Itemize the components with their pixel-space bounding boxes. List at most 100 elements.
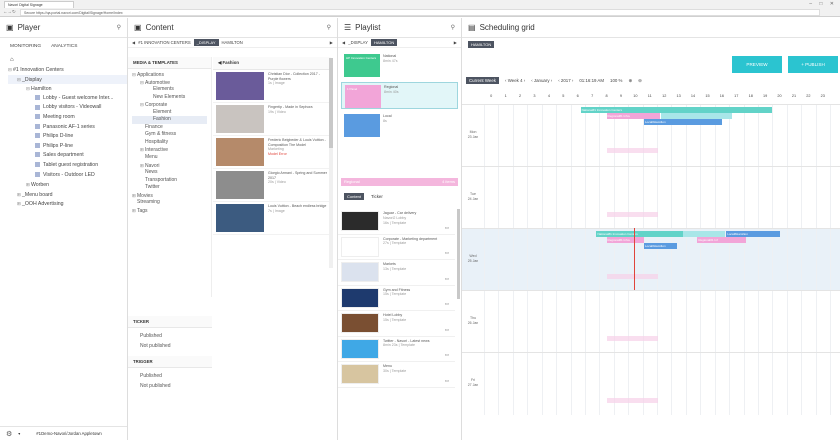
- tree-item[interactable]: Visitors - Outdoor LED: [8, 171, 127, 181]
- tree-item[interactable]: ⊟_Display: [8, 74, 127, 85]
- folder-item[interactable]: Element: [132, 109, 207, 117]
- folder-item[interactable]: ⊞Navori: [132, 162, 207, 170]
- day-row[interactable]: Fri 27 Jan: [462, 352, 840, 415]
- tree-item[interactable]: ⊞_Menu board: [8, 190, 127, 200]
- folder-item[interactable]: Menu: [132, 154, 207, 162]
- folder-item[interactable]: Hospitality: [132, 139, 207, 147]
- content-item[interactable]: Markets 13s | Template ▭: [338, 260, 455, 286]
- search-icon[interactable]: ⚲: [117, 24, 121, 31]
- folder-item[interactable]: Gym & fitness: [132, 131, 207, 139]
- tree-item[interactable]: ⊟#1 Innovation Centers: [8, 65, 127, 75]
- folder-item[interactable]: ⊟Automotive: [132, 79, 207, 87]
- content-item[interactable]: Menu 30s | Template ▭: [338, 362, 455, 388]
- trigger-published[interactable]: Published: [140, 371, 200, 381]
- address-bar[interactable]: Secure https://qa.portal.navori.com/Digi…: [20, 9, 820, 16]
- tree-item[interactable]: Sales department: [8, 151, 127, 161]
- media-item[interactable]: Fingertip - Made in Sephora 19s | Video: [213, 103, 331, 136]
- playlist-item[interactable]: 1 Panel Regional 8min 40s: [341, 82, 458, 109]
- folder-item[interactable]: Streaming: [132, 199, 207, 207]
- folder-item[interactable]: ⊟Applications: [132, 71, 207, 79]
- day-row[interactable]: Tue 24 Jan: [462, 166, 840, 229]
- crumb-2[interactable]: _DISPLAY: [193, 39, 219, 46]
- schedule-event[interactable]: Regional#1 Inf: [697, 237, 747, 243]
- search-icon[interactable]: ⚲: [451, 24, 455, 31]
- regional-bar[interactable]: Regional 4 items: [341, 178, 458, 186]
- folder-item[interactable]: ⊞Movies: [132, 192, 207, 200]
- trigger-title[interactable]: TRIGGER: [128, 356, 212, 368]
- trigger-not-published[interactable]: Not published: [140, 381, 200, 391]
- tree-item[interactable]: ⊞Worben: [8, 180, 127, 190]
- ticker-not-published[interactable]: Not published: [140, 341, 200, 351]
- tree-item[interactable]: Lobby visitors - Videowall: [8, 103, 127, 113]
- folder-item[interactable]: New Elements: [132, 94, 207, 102]
- schedule-event[interactable]: [606, 398, 659, 403]
- preview-button[interactable]: PREVIEW: [732, 56, 782, 73]
- screen-icon[interactable]: ▭: [445, 225, 449, 231]
- tab-ticker[interactable]: Ticker: [368, 193, 386, 200]
- media-item[interactable]: Giorgio Armani - Spring and Summer 2017 2…: [213, 169, 331, 202]
- tree-item[interactable]: Lobby - Guest welcome Inter...: [8, 94, 127, 104]
- scrollbar[interactable]: [457, 209, 460, 299]
- screen-icon[interactable]: ▭: [445, 301, 449, 307]
- scrollbar[interactable]: [329, 58, 333, 268]
- tree-item[interactable]: Philips D-line: [8, 132, 127, 142]
- crumb-display[interactable]: _DISPLAY: [348, 40, 368, 45]
- schedule-event[interactable]: [606, 148, 659, 153]
- screen-icon[interactable]: ▭: [445, 276, 449, 282]
- media-item[interactable]: Christian Dior - Collection 2017 - Purpl…: [213, 70, 331, 103]
- folder-item[interactable]: Twitter: [132, 184, 207, 192]
- crumb-hamilton[interactable]: HAMILTON: [468, 41, 495, 48]
- schedule-event[interactable]: Local#Hamilton: [644, 119, 722, 125]
- screen-icon[interactable]: ▭: [445, 250, 449, 256]
- schedule-event[interactable]: Regional#1 Infov: [606, 237, 644, 243]
- tree-item[interactable]: ⊟Hamilton: [8, 84, 127, 94]
- chevron-left-icon[interactable]: ◀: [342, 40, 345, 45]
- folder-item[interactable]: ⊟Corporate: [132, 101, 207, 109]
- week-picker[interactable]: ‹ Week 4 ›: [505, 78, 525, 83]
- tree-item[interactable]: Meeting room: [8, 113, 127, 123]
- screen-icon[interactable]: ▭: [445, 327, 449, 333]
- ticker-published[interactable]: Published: [140, 331, 200, 341]
- crumb-1[interactable]: #1 INNOVATION CENTERS: [138, 40, 190, 45]
- current-week-button[interactable]: Current Week: [466, 77, 500, 84]
- nav-arrows-icon[interactable]: ←→↻: [3, 9, 16, 15]
- folder-item[interactable]: Elements: [132, 86, 207, 94]
- screen-icon[interactable]: ▭: [445, 352, 449, 358]
- publish-button[interactable]: + PUBLISH: [788, 56, 838, 73]
- zoom-out-icon[interactable]: ⊖: [638, 78, 642, 84]
- tree-item[interactable]: ⊞_OOH Advertising: [8, 199, 127, 209]
- chevron-right-icon[interactable]: ▶: [454, 40, 457, 45]
- crumb-hamilton[interactable]: HAMILTON: [370, 39, 398, 46]
- ticker-title[interactable]: TICKER: [128, 316, 212, 328]
- gear-icon[interactable]: ⚙: [6, 430, 12, 438]
- schedule-event[interactable]: [606, 336, 659, 341]
- content-item[interactable]: Corporate - Marketing department 27s | Te…: [338, 235, 455, 260]
- content-item[interactable]: Gym and Fitness 15s | Template ▭: [338, 286, 455, 311]
- folder-item[interactable]: Fashion: [132, 116, 207, 124]
- media-item[interactable]: Frederic Beigbeder & Louis Vuitton - Com…: [213, 136, 331, 169]
- home-icon[interactable]: ⌂: [0, 55, 127, 65]
- folder-item[interactable]: Transportation: [132, 177, 207, 185]
- content-item[interactable]: Jaguar - Car delivery Navori2 Lobby 16s | …: [338, 209, 455, 235]
- folder-item[interactable]: News: [132, 169, 207, 177]
- folder-item[interactable]: ⊞Interactive: [132, 146, 207, 154]
- playlist-item[interactable]: HP Innovation Centers National 8min 47s: [341, 52, 458, 79]
- media-item[interactable]: Louis Vuitton - Beach endless bridge 7s |…: [213, 202, 331, 235]
- chevron-left-icon[interactable]: ◀: [132, 40, 135, 45]
- tree-item[interactable]: Philips P-line: [8, 142, 127, 152]
- chevron-down-icon[interactable]: ▾: [18, 431, 20, 436]
- tab-monitoring[interactable]: MONITORING: [10, 44, 41, 49]
- tree-item[interactable]: Panasonic AF-1 series: [8, 123, 127, 133]
- schedule-event[interactable]: [606, 274, 659, 279]
- window-controls[interactable]: – □ ✕: [809, 1, 837, 7]
- folder-item[interactable]: ⊞Tags: [132, 207, 207, 215]
- day-row[interactable]: Thu 26 Jan: [462, 290, 840, 353]
- chevron-right-icon[interactable]: ▶: [330, 40, 333, 45]
- crumb-3[interactable]: HAMILTON: [222, 40, 243, 45]
- schedule-event[interactable]: [606, 212, 659, 217]
- day-row[interactable]: Wed 25 Jan: [462, 228, 840, 291]
- tree-item[interactable]: Tablet guest registration: [8, 161, 127, 171]
- month-picker[interactable]: ‹ January ›: [531, 78, 552, 83]
- content-item[interactable]: Twitter - Navori - Latest news 8min 23s |…: [338, 337, 455, 362]
- tab-analytics[interactable]: ANALYTICS: [51, 44, 77, 49]
